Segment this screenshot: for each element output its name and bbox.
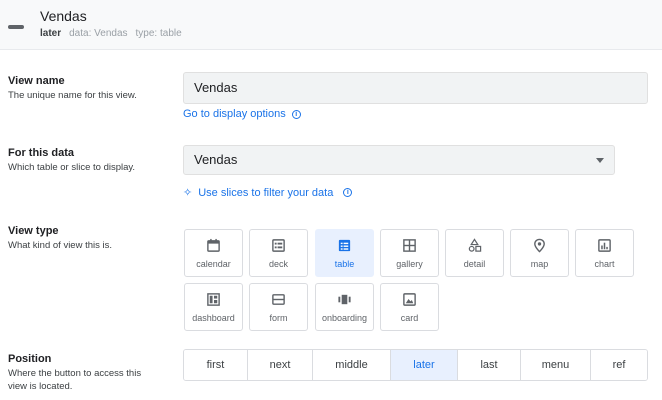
table-icon (338, 239, 351, 252)
view-name-title: View name (8, 75, 65, 87)
view-type-label-group: View type What kind of view this is. (8, 224, 112, 252)
view-type-label: chart (594, 259, 615, 269)
position-next[interactable]: next (248, 350, 313, 380)
data-source-value: Vendas (194, 152, 238, 167)
sparkle-icon: ✧ (183, 187, 193, 199)
display-options-link[interactable]: Go to display options i (183, 108, 301, 120)
position-first[interactable]: first (184, 350, 248, 380)
summary-type-label: type: (135, 28, 158, 39)
slices-link[interactable]: ✧ Use slices to filter your data i (183, 186, 353, 199)
position-menu[interactable]: menu (521, 350, 591, 380)
for-this-data-label-group: For this data Which table or slice to di… (8, 146, 135, 174)
view-name-input[interactable]: Vendas (183, 72, 648, 104)
view-title: Vendas (40, 8, 87, 24)
for-this-data-description: Which table or slice to display. (8, 162, 136, 173)
view-type-label: table (334, 259, 355, 269)
position-ref[interactable]: ref (591, 350, 647, 380)
view-type-dashboard[interactable]: dashboard (184, 283, 243, 331)
view-type-label: deck (268, 259, 288, 269)
summary-position: later (40, 28, 62, 39)
dashboard-icon (207, 293, 220, 306)
card-icon (403, 293, 416, 306)
view-type-deck[interactable]: deck (249, 229, 308, 277)
position-last[interactable]: last (458, 350, 521, 380)
view-type-gallery[interactable]: gallery (380, 229, 439, 277)
dropdown-arrow-icon[interactable] (596, 158, 604, 163)
view-type-label: calendar (196, 259, 231, 269)
display-options-link-text[interactable]: Go to display options (183, 108, 286, 120)
view-type-description: What kind of view this is. (8, 240, 113, 251)
gallery-icon (403, 239, 416, 252)
info-icon[interactable]: i (291, 109, 301, 119)
view-type-chart[interactable]: chart (575, 229, 634, 277)
position-description-line1: Where the button to access this (8, 368, 142, 379)
onboarding-icon (338, 294, 351, 305)
collapse-handle-icon[interactable] (8, 25, 24, 29)
view-type-onboarding[interactable]: onboarding (315, 283, 374, 331)
view-type-form[interactable]: form (249, 283, 308, 331)
position-label-group: Position Where the button to access this… (8, 352, 141, 393)
deck-icon (272, 239, 285, 252)
calendar-icon (207, 238, 220, 252)
data-source-select[interactable]: Vendas (183, 145, 615, 175)
position-selector[interactable]: first next middle later last menu ref (183, 349, 648, 381)
view-name-label-group: View name The unique name for this view. (8, 74, 137, 102)
view-type-detail[interactable]: detail (445, 229, 504, 277)
chart-icon (598, 239, 611, 252)
view-header[interactable]: Vendas later data: Vendas type: table (0, 0, 662, 50)
for-this-data-title: For this data (8, 147, 75, 159)
summary-data-value: Vendas (94, 28, 128, 39)
view-type-label: form (269, 313, 288, 323)
slices-link-text[interactable]: Use slices to filter your data (198, 187, 333, 199)
info-icon[interactable]: i (343, 188, 353, 197)
position-title: Position (8, 353, 52, 365)
view-type-label: card (400, 313, 419, 323)
view-type-label: onboarding (321, 313, 368, 323)
view-type-title: View type (8, 225, 59, 237)
view-type-label: detail (463, 259, 486, 269)
summary-data-label: data: (69, 28, 92, 39)
detail-icon (468, 238, 482, 252)
view-summary: later data: Vendas type: table (40, 28, 182, 39)
view-name-description: The unique name for this view. (8, 90, 137, 101)
view-type-label: gallery (396, 259, 423, 269)
map-pin-icon (534, 238, 545, 253)
view-type-calendar[interactable]: calendar (184, 229, 243, 277)
position-later[interactable]: later (391, 350, 458, 380)
summary-type-value: table (160, 28, 182, 39)
view-type-table[interactable]: table (315, 229, 374, 277)
position-middle[interactable]: middle (313, 350, 391, 380)
view-type-label: dashboard (192, 313, 235, 323)
form-icon (272, 294, 285, 305)
position-description-line2: view is located. (8, 381, 73, 392)
view-type-card[interactable]: card (380, 283, 439, 331)
view-type-label: map (530, 259, 549, 269)
view-type-map[interactable]: map (510, 229, 569, 277)
